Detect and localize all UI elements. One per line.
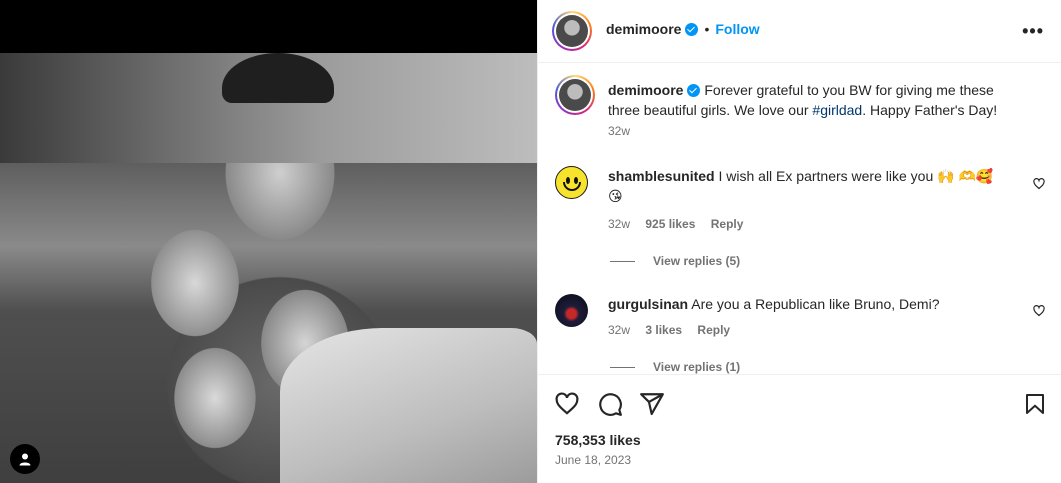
comment-likes[interactable]: 925 likes bbox=[645, 217, 695, 231]
view-replies-label: View replies (1) bbox=[653, 360, 741, 374]
post-photo bbox=[0, 53, 537, 483]
caption-text: demimoore Forever grateful to you BW for… bbox=[608, 80, 1028, 120]
view-replies-button[interactable]: View replies (1) bbox=[610, 360, 740, 374]
comments-list[interactable]: demimoore Forever grateful to you BW for… bbox=[538, 64, 1061, 374]
caption-avatar[interactable] bbox=[555, 75, 595, 115]
heart-icon[interactable] bbox=[554, 391, 580, 417]
header-username[interactable]: demimoore bbox=[606, 21, 681, 37]
user-tag-icon[interactable] bbox=[10, 444, 40, 474]
post-date[interactable]: June 18, 2023 bbox=[555, 453, 631, 467]
caption-username[interactable]: demimoore bbox=[608, 82, 683, 98]
caption-time[interactable]: 32w bbox=[608, 124, 630, 138]
caption: demimoore Forever grateful to you BW for… bbox=[555, 75, 1045, 145]
view-replies-button[interactable]: View replies (5) bbox=[610, 254, 740, 268]
comment-icon[interactable] bbox=[597, 391, 623, 417]
comment-meta: 32w 925 likes Reply bbox=[608, 217, 755, 231]
comment-meta: 32w 3 likes Reply bbox=[608, 323, 742, 337]
comment-body: Are you a Republican like Bruno, Demi? bbox=[691, 296, 940, 312]
comment-likes[interactable]: 3 likes bbox=[645, 323, 682, 337]
comment-text: shamblesunited I wish all Ex partners we… bbox=[608, 166, 1008, 206]
comment-like-heart-icon[interactable] bbox=[1033, 178, 1045, 190]
comment-like-heart-icon[interactable] bbox=[1033, 305, 1045, 317]
verified-badge-icon bbox=[687, 84, 701, 97]
post-side-panel: demimoore • Follow ••• demimoore Forever… bbox=[537, 0, 1061, 483]
view-replies-line bbox=[610, 366, 635, 368]
comment-avatar[interactable] bbox=[555, 294, 588, 327]
follow-button[interactable]: Follow bbox=[715, 21, 759, 37]
comment-username[interactable]: shamblesunited bbox=[608, 168, 715, 184]
photo-blanket bbox=[280, 328, 537, 483]
verified-badge-icon bbox=[685, 22, 699, 36]
post-actions: 758,353 likes June 18, 2023 bbox=[538, 374, 1061, 483]
more-options-icon[interactable]: ••• bbox=[1022, 21, 1044, 42]
separator-dot: • bbox=[704, 21, 710, 37]
post-header: demimoore • Follow ••• bbox=[538, 0, 1061, 63]
comment-avatar[interactable] bbox=[555, 166, 588, 199]
caption-body-end: . Happy Father's Day! bbox=[862, 102, 998, 118]
save-icon[interactable] bbox=[1023, 391, 1047, 417]
share-icon[interactable] bbox=[639, 391, 665, 417]
comment-time[interactable]: 32w bbox=[608, 217, 630, 231]
avatar[interactable] bbox=[552, 11, 592, 51]
comment-item: gurgulsinan Are you a Republican like Br… bbox=[555, 294, 1045, 374]
caption-meta: 32w bbox=[608, 124, 642, 138]
comment-item: shamblesunited I wish all Ex partners we… bbox=[555, 166, 1045, 276]
hashtag-link[interactable]: #girldad bbox=[812, 102, 862, 118]
view-replies-label: View replies (5) bbox=[653, 254, 741, 268]
instagram-post-modal: demimoore • Follow ••• demimoore Forever… bbox=[0, 0, 1061, 483]
comment-username[interactable]: gurgulsinan bbox=[608, 296, 688, 312]
header-user-row: demimoore • Follow bbox=[606, 21, 760, 37]
reply-button[interactable]: Reply bbox=[711, 217, 744, 231]
view-replies-line bbox=[610, 260, 635, 262]
reply-button[interactable]: Reply bbox=[697, 323, 730, 337]
comment-text: gurgulsinan Are you a Republican like Br… bbox=[608, 294, 1008, 314]
like-count[interactable]: 758,353 likes bbox=[555, 432, 641, 448]
post-media[interactable] bbox=[0, 0, 537, 483]
comment-time[interactable]: 32w bbox=[608, 323, 630, 337]
